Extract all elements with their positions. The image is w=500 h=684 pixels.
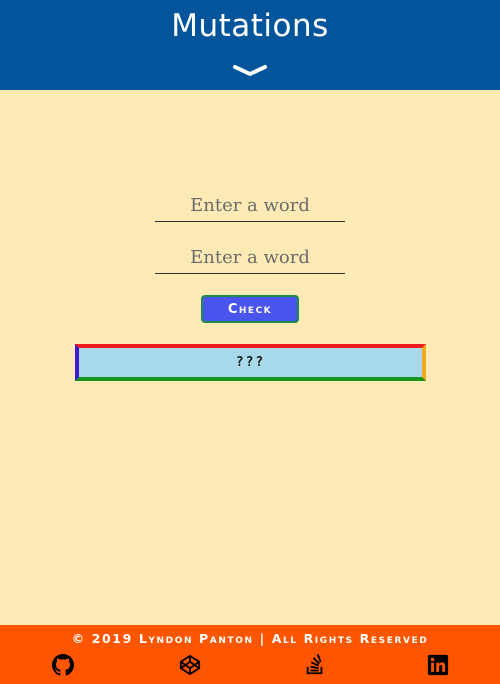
result-display: ???	[75, 344, 426, 381]
linkedin-icon	[427, 654, 449, 676]
stackoverflow-link[interactable]	[304, 654, 326, 676]
copyright-text: © 2019 Lyndon Panton | All Rights Reserv…	[71, 631, 429, 646]
page-title: Mutations	[171, 8, 329, 44]
chevron-down-icon[interactable]	[232, 63, 268, 79]
word-input-1[interactable]	[155, 190, 345, 222]
check-button[interactable]: Check	[201, 295, 299, 323]
footer: © 2019 Lyndon Panton | All Rights Reserv…	[0, 625, 500, 684]
app-header: Mutations	[0, 0, 500, 90]
stackoverflow-icon	[306, 654, 323, 675]
linkedin-link[interactable]	[427, 654, 449, 676]
codepen-icon	[179, 654, 201, 676]
codepen-link[interactable]	[179, 654, 201, 676]
github-link[interactable]	[52, 654, 74, 676]
github-icon	[52, 654, 74, 676]
word-input-2[interactable]	[155, 242, 345, 274]
